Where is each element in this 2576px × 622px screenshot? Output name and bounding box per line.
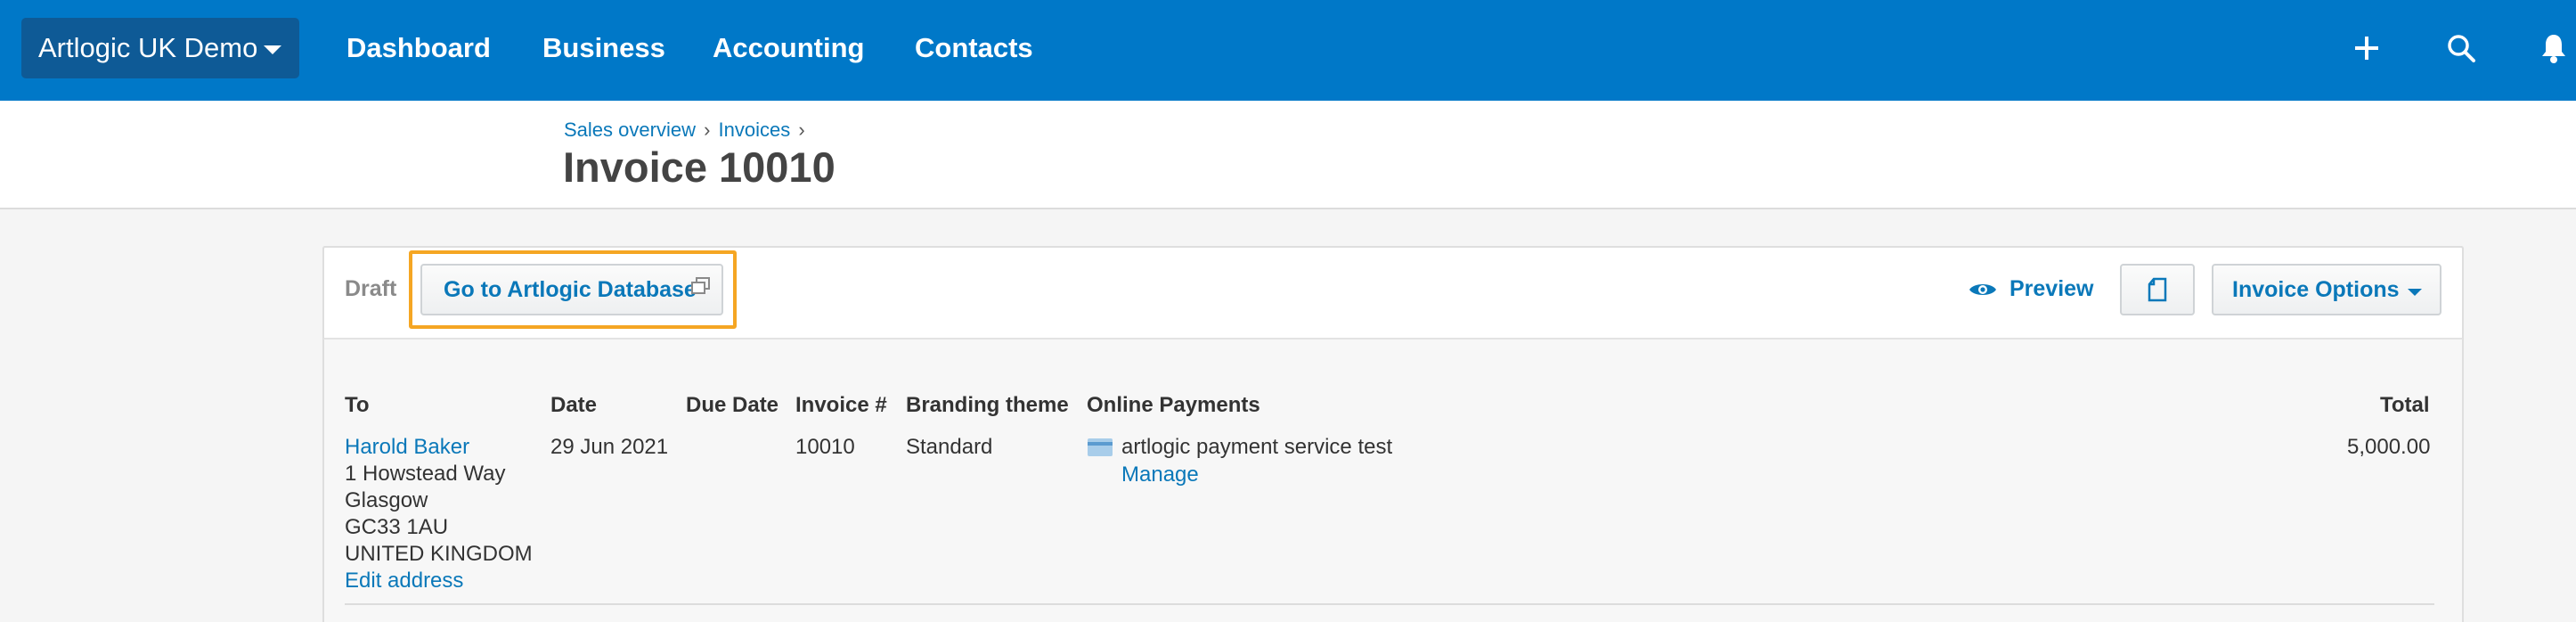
bell-icon[interactable]: [2540, 33, 2567, 68]
copy-icon: [2148, 277, 2167, 302]
breadcrumb: Sales overview › Invoices ›: [564, 119, 808, 142]
header-online-payments: Online Payments: [1087, 393, 1260, 417]
divider: [345, 603, 2434, 605]
breadcrumb-invoices[interactable]: Invoices: [719, 119, 791, 141]
credit-card-icon: [1087, 438, 1113, 463]
search-icon[interactable]: [2447, 34, 2475, 67]
header-branding-theme: Branding theme: [906, 393, 1069, 417]
invoice-options-label: Invoice Options: [2232, 276, 2400, 302]
page-header: [0, 101, 2576, 209]
contact-name-link[interactable]: Harold Baker: [345, 435, 469, 460]
manage-payments-link[interactable]: Manage: [1121, 462, 1199, 487]
invoice-total: 5,000.00: [2347, 435, 2431, 459]
header-to: To: [345, 393, 370, 417]
status-badge: Draft: [345, 276, 397, 301]
nav-business[interactable]: Business: [542, 32, 665, 64]
preview-label: Preview: [2009, 276, 2094, 301]
plus-icon[interactable]: [2354, 36, 2379, 65]
header-date: Date: [550, 393, 598, 417]
address-postcode: GC33 1AU: [345, 515, 449, 539]
go-to-artlogic-database-label: Go to Artlogic Database: [444, 276, 697, 302]
caret-down-icon: [264, 45, 281, 54]
address-city: Glasgow: [345, 488, 428, 512]
invoice-number: 10010: [795, 435, 855, 459]
external-link-icon: [691, 275, 711, 301]
nav-contacts[interactable]: Contacts: [915, 32, 1033, 64]
header-total: Total: [2380, 393, 2430, 417]
nav-accounting[interactable]: Accounting: [713, 32, 865, 64]
header-invoice-number: Invoice #: [795, 393, 887, 417]
nav-dashboard[interactable]: Dashboard: [346, 32, 491, 64]
caret-down-icon: [2408, 289, 2422, 296]
breadcrumb-separator: ›: [798, 119, 805, 141]
address-line-1: 1 Howstead Way: [345, 462, 506, 486]
invoice-date: 29 Jun 2021: [550, 435, 669, 459]
copy-invoice-button[interactable]: [2120, 264, 2195, 315]
go-to-artlogic-database-button[interactable]: Go to Artlogic Database: [420, 264, 723, 315]
address-country: UNITED KINGDOM: [345, 542, 533, 566]
page-title: Invoice 10010: [563, 143, 836, 191]
breadcrumb-separator: ›: [704, 119, 711, 141]
organisation-switcher[interactable]: Artlogic UK Demo: [21, 18, 299, 78]
breadcrumb-sales-overview[interactable]: Sales overview: [564, 119, 696, 141]
preview-link[interactable]: Preview: [1969, 276, 2094, 302]
header-due-date: Due Date: [686, 393, 779, 417]
organisation-name: Artlogic UK Demo: [38, 32, 258, 63]
edit-address-link[interactable]: Edit address: [345, 569, 463, 593]
top-navigation-bar: Artlogic UK Demo Dashboard Business Acco…: [0, 0, 2576, 101]
invoice-options-button[interactable]: Invoice Options: [2212, 264, 2441, 315]
branding-theme: Standard: [906, 435, 993, 459]
eye-icon: [1969, 283, 1996, 295]
payment-service-name: artlogic payment service test: [1121, 435, 1393, 459]
